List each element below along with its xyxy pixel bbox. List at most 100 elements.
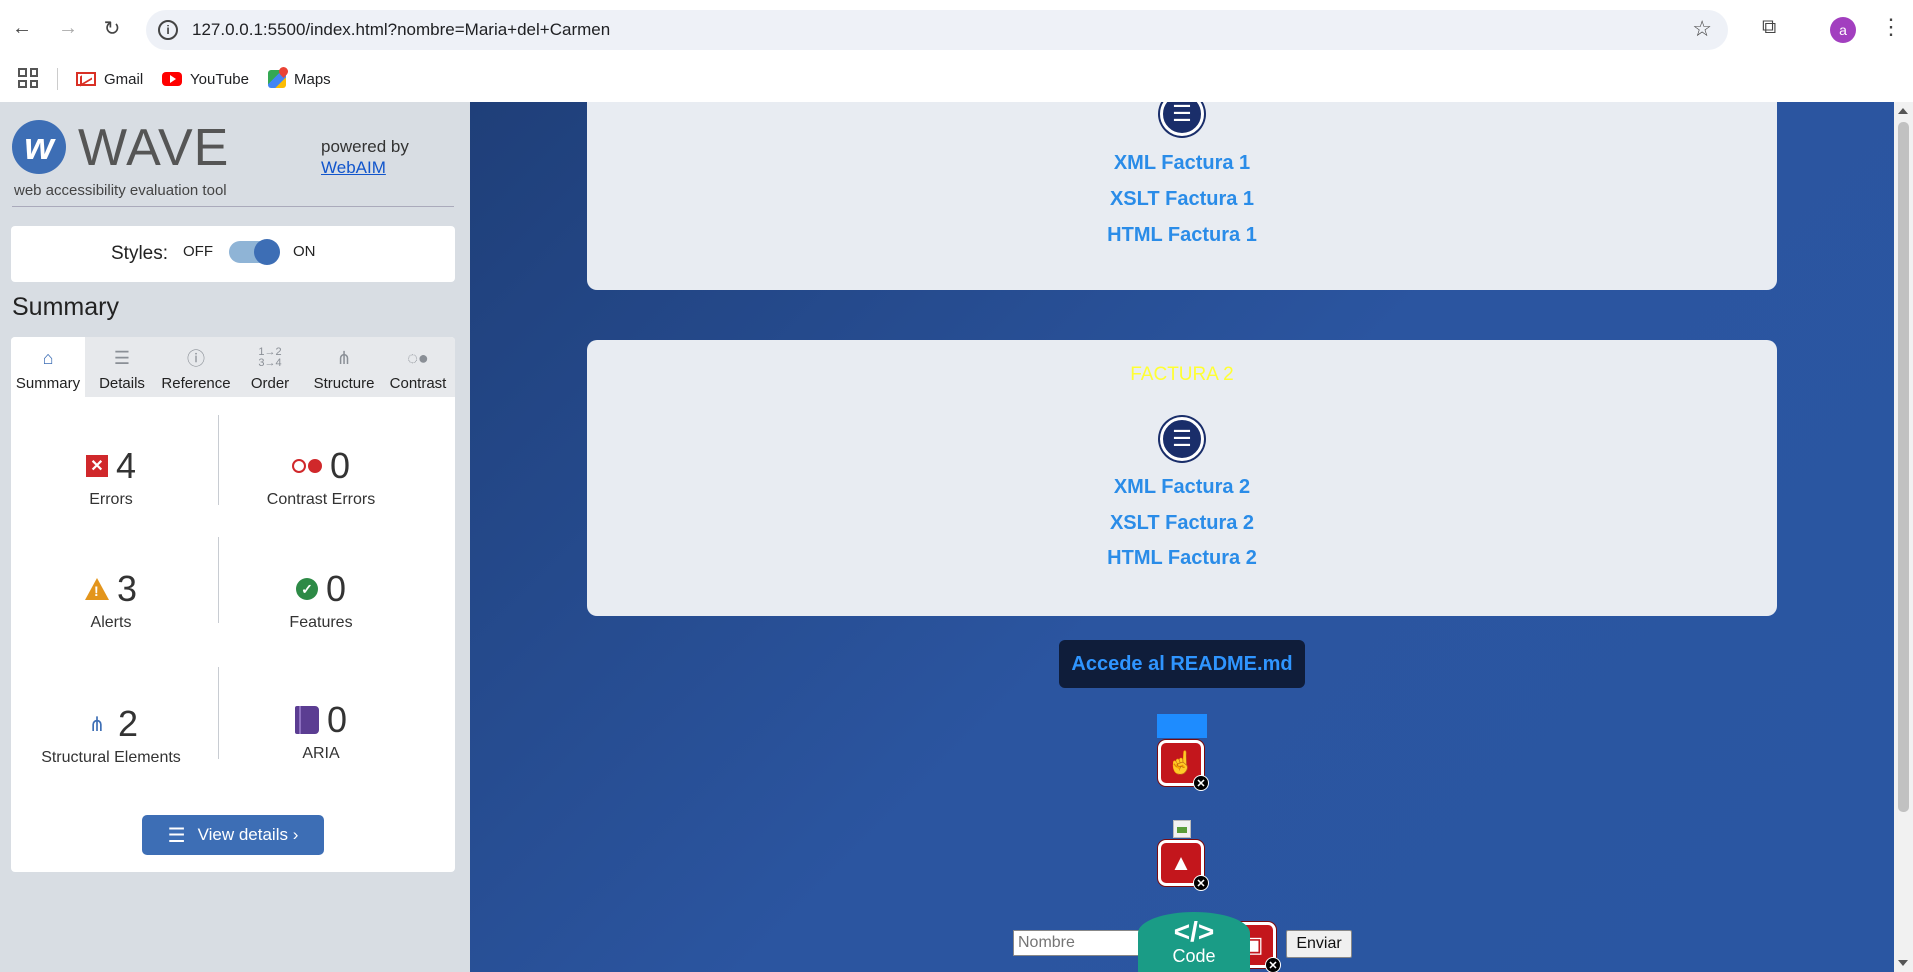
code-label: Code bbox=[1172, 946, 1216, 966]
styles-on-label: ON bbox=[293, 243, 316, 260]
xslt-factura-1-link[interactable]: XSLT Factura 1 bbox=[587, 188, 1777, 211]
wave-title: WAVE bbox=[78, 119, 230, 177]
back-icon[interactable]: ← bbox=[8, 14, 36, 42]
tab-label: Summary bbox=[15, 375, 81, 392]
profile-avatar[interactable]: a bbox=[1830, 17, 1856, 43]
structural-count: 2 bbox=[117, 703, 139, 744]
tab-structure[interactable]: ⋔ Structure bbox=[307, 337, 381, 397]
stat-divider bbox=[218, 537, 219, 623]
contrast-errors-label: Contrast Errors bbox=[266, 491, 376, 508]
broken-image-icon bbox=[1173, 820, 1191, 838]
wave-sidebar: w WAVE web accessibility evaluation tool… bbox=[0, 102, 470, 972]
powered-by: powered by WebAIM bbox=[321, 136, 409, 178]
contrast-error-icon bbox=[291, 459, 322, 473]
bookmarks-separator bbox=[57, 68, 58, 90]
url-text[interactable]: 127.0.0.1:5500/index.html?nombre=Maria+d… bbox=[192, 20, 610, 40]
tab-summary[interactable]: ⌂ Summary bbox=[11, 337, 85, 397]
features-label: Features bbox=[289, 614, 353, 631]
aria-label: ARIA bbox=[302, 745, 340, 762]
html-factura-1-link[interactable]: HTML Factura 1 bbox=[587, 224, 1777, 247]
structure-icon: ⋔ bbox=[88, 713, 106, 736]
view-details-label: View details › bbox=[197, 825, 299, 844]
wave-subtitle: web accessibility evaluation tool bbox=[14, 182, 227, 199]
code-button[interactable]: </> Code bbox=[1138, 912, 1250, 972]
scroll-down-icon[interactable] bbox=[1898, 960, 1908, 966]
stat-errors[interactable]: ✕ 4 Errors bbox=[11, 445, 211, 509]
code-icon: </> bbox=[1173, 916, 1215, 947]
scroll-up-icon[interactable] bbox=[1898, 108, 1908, 114]
aria-book-icon bbox=[294, 706, 319, 734]
contrast-errors-count: 0 bbox=[329, 445, 351, 486]
stat-contrast-errors[interactable]: 0 Contrast Errors bbox=[221, 445, 421, 509]
empty-link-block[interactable] bbox=[1157, 714, 1207, 738]
divider bbox=[12, 206, 454, 207]
bookmark-youtube[interactable]: YouTube bbox=[162, 66, 249, 92]
styles-toggle[interactable] bbox=[229, 239, 280, 265]
stat-divider bbox=[218, 415, 219, 505]
errors-count: 4 bbox=[115, 445, 137, 486]
summary-heading: Summary bbox=[12, 293, 119, 321]
apps-grid-icon[interactable] bbox=[18, 68, 38, 88]
list-structure-icon: ☰ bbox=[1160, 102, 1204, 136]
scroll-thumb[interactable] bbox=[1898, 122, 1909, 812]
bookmark-maps[interactable]: Maps bbox=[268, 66, 331, 92]
forward-icon[interactable]: → bbox=[54, 14, 82, 42]
bookmark-star-icon[interactable]: ☆ bbox=[1692, 16, 1712, 42]
tab-label: Structure bbox=[313, 375, 375, 392]
submit-button[interactable]: Enviar bbox=[1286, 930, 1352, 958]
page-scrollbar[interactable] bbox=[1894, 102, 1913, 972]
alert-icon bbox=[84, 578, 109, 600]
tab-order[interactable]: 1→2 3→4 Order bbox=[233, 337, 307, 397]
tab-label: Order bbox=[250, 375, 290, 392]
tab-contrast[interactable]: ◌● Contrast bbox=[381, 337, 455, 397]
address-bar[interactable]: i 127.0.0.1:5500/index.html?nombre=Maria… bbox=[146, 10, 1728, 50]
close-icon: ✕ bbox=[1265, 957, 1281, 972]
tab-label: Reference bbox=[161, 375, 231, 392]
errors-label: Errors bbox=[89, 491, 133, 508]
tab-reference[interactable]: ⓘ Reference bbox=[159, 337, 233, 397]
html-factura-2-link[interactable]: HTML Factura 2 bbox=[587, 547, 1777, 570]
youtube-icon bbox=[162, 72, 182, 86]
bookmark-label: YouTube bbox=[190, 70, 249, 88]
maps-icon bbox=[268, 70, 286, 88]
factura-1-card: ☰ XML Factura 1 XSLT Factura 1 HTML Fact… bbox=[587, 102, 1777, 290]
styles-label: Styles: bbox=[111, 243, 169, 264]
stat-aria[interactable]: 0 ARIA bbox=[221, 699, 421, 763]
list-structure-icon: ☰ bbox=[1160, 417, 1204, 461]
stat-structural[interactable]: ⋔ 2 Structural Elements bbox=[11, 703, 211, 767]
browser-menu-icon[interactable]: ⋮ bbox=[1880, 14, 1902, 40]
close-icon: ✕ bbox=[1193, 775, 1209, 791]
factura-2-title: FACTURA 2 bbox=[1130, 364, 1234, 385]
bookmark-label: Maps bbox=[294, 70, 331, 88]
view-details-button[interactable]: ☰ View details › bbox=[142, 815, 324, 855]
site-info-icon[interactable]: i bbox=[158, 20, 178, 40]
aria-count: 0 bbox=[326, 699, 348, 740]
missing-alt-error-icon[interactable]: ▲ ✕ bbox=[1158, 840, 1209, 891]
xml-factura-1-link[interactable]: XML Factura 1 bbox=[587, 152, 1777, 175]
summary-panel: ⌂ Summary ☰ Details ⓘ Reference 1→2 3→4 O… bbox=[11, 337, 455, 872]
stat-alerts[interactable]: 3 Alerts bbox=[11, 568, 211, 632]
stat-features[interactable]: ✓ 0 Features bbox=[221, 568, 421, 632]
alerts-label: Alerts bbox=[90, 614, 132, 631]
contrast-icon: ◌● bbox=[407, 347, 429, 368]
info-icon: ⓘ bbox=[187, 349, 205, 369]
wave-logo-icon: w bbox=[12, 120, 66, 174]
extensions-icon[interactable]: ⧉ bbox=[1762, 16, 1790, 44]
tab-details[interactable]: ☰ Details bbox=[85, 337, 159, 397]
name-input[interactable] bbox=[1013, 930, 1143, 956]
xml-factura-2-link[interactable]: XML Factura 2 bbox=[587, 476, 1777, 499]
webaim-link[interactable]: WebAIM bbox=[321, 158, 386, 177]
readme-link[interactable]: Accede al README.md bbox=[1059, 640, 1305, 688]
styles-toggle-panel: Styles: OFF ON bbox=[11, 226, 455, 282]
feature-check-icon: ✓ bbox=[295, 578, 318, 600]
reload-icon[interactable]: ↻ bbox=[98, 14, 126, 42]
error-icon: ✕ bbox=[85, 455, 108, 477]
order-icon: 1→2 3→4 bbox=[258, 346, 282, 369]
empty-link-error-icon[interactable]: ☝ ✕ bbox=[1158, 740, 1209, 791]
bookmark-gmail[interactable]: Gmail bbox=[76, 66, 143, 92]
toggle-knob[interactable] bbox=[254, 239, 280, 265]
tab-label: Contrast bbox=[389, 375, 447, 392]
close-icon: ✕ bbox=[1193, 875, 1209, 891]
bookmarks-bar: Gmail YouTube Maps bbox=[0, 60, 1913, 102]
xslt-factura-2-link[interactable]: XSLT Factura 2 bbox=[587, 512, 1777, 535]
